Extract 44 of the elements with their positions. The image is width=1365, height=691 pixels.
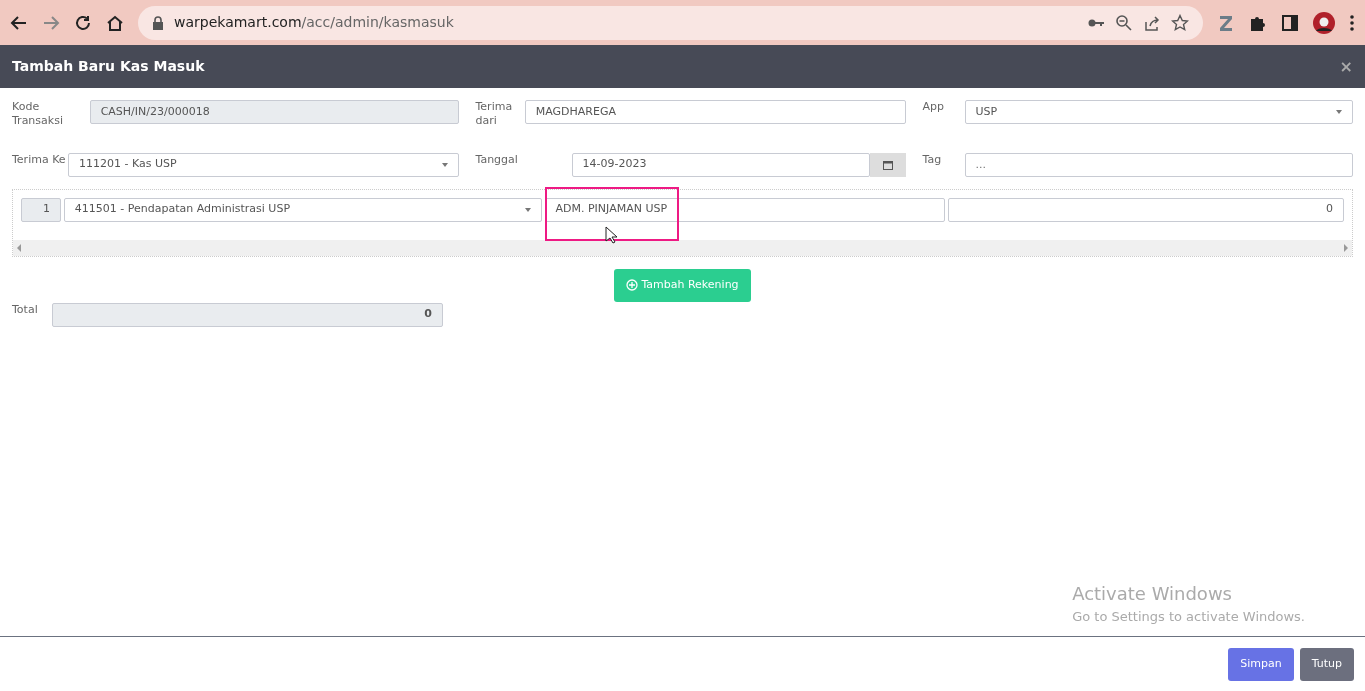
mouse-pointer-icon (605, 225, 617, 244)
share-icon[interactable] (1143, 13, 1161, 32)
calendar-button[interactable] (870, 152, 906, 177)
extension-letter-icon[interactable] (1217, 13, 1235, 32)
close-button[interactable]: Tutup (1299, 647, 1354, 681)
field-label: Terima Ke (12, 152, 67, 168)
field-label: App (922, 100, 945, 115)
caret-icon (442, 162, 448, 167)
field-label: Tag (922, 152, 943, 168)
url-text: warpekamart.com/acc/admin/kasmasuk (174, 13, 454, 32)
modal-title: Tambah Baru Kas Masuk (12, 58, 205, 75)
total-field[interactable]: 0 (52, 302, 443, 327)
close-button[interactable]: × (1339, 54, 1353, 79)
field-label: Terima dari (475, 100, 514, 129)
lock-icon (152, 13, 164, 32)
select-field[interactable]: 411501 - Pendapatan Administrasi USP (63, 197, 542, 222)
activation-notice-title: Activate Windows (1072, 581, 1233, 606)
zoom-out-icon[interactable] (1115, 13, 1133, 32)
calendar-icon (883, 159, 893, 170)
input-field[interactable]: CASH/IN/23/000018 (89, 100, 459, 124)
row-number: 1 (21, 197, 61, 222)
address-bar[interactable]: warpekamart.com/acc/admin/kasmasuk (138, 5, 1203, 40)
input-field[interactable]: 0 (948, 197, 1344, 222)
back-arrow-icon[interactable] (10, 13, 28, 32)
home-icon[interactable] (106, 13, 124, 32)
select-field[interactable]: 111201 - Kas USP (68, 152, 459, 177)
input-field[interactable]: MAGDHAREGA (524, 100, 906, 124)
reload-icon[interactable] (74, 13, 92, 32)
input-field[interactable]: ... (964, 152, 1353, 177)
field-label: Kode Transaksi (12, 100, 64, 129)
caret-icon (1336, 110, 1342, 114)
input-field[interactable]: 14-09-2023 (571, 152, 870, 177)
caret-icon (524, 207, 531, 212)
field-label: Tanggal (475, 152, 519, 168)
side-panel-icon[interactable] (1281, 13, 1299, 32)
activation-notice-text: Go to Settings to activate Windows. (1072, 607, 1305, 626)
input-field[interactable]: ADM. PINJAMAN USP (544, 197, 946, 222)
save-button[interactable]: Simpan (1228, 647, 1294, 681)
star-icon[interactable] (1171, 13, 1189, 32)
menu-icon[interactable] (1349, 13, 1355, 32)
field-label: Total (12, 302, 39, 318)
plus-circle-icon (626, 279, 639, 292)
avatar-icon[interactable] (1313, 11, 1335, 34)
select-field[interactable]: USP (964, 100, 1353, 124)
